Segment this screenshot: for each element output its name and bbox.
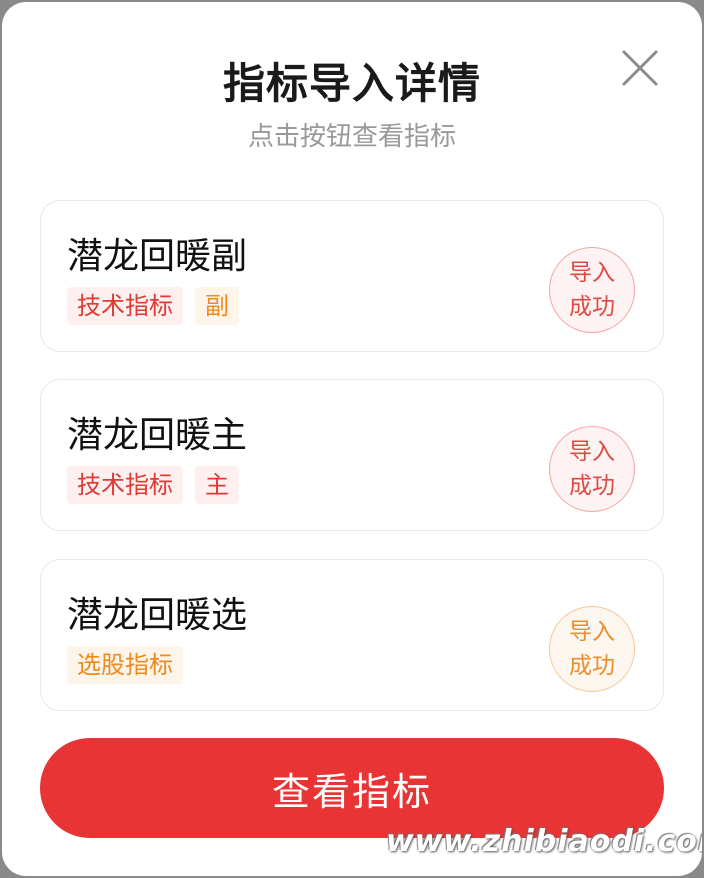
- indicator-name: 潜龙回暖副: [67, 236, 248, 277]
- import-success-stamp: 导入 成功: [549, 606, 635, 692]
- stamp-line-1: 导入: [569, 260, 615, 286]
- tag-list: 技术指标 副: [67, 287, 239, 325]
- stamp-line-2: 成功: [569, 653, 615, 679]
- tag-list: 技术指标 主: [67, 466, 239, 504]
- type-tag: 副: [195, 287, 239, 325]
- stamp-line-1: 导入: [569, 439, 615, 465]
- close-icon[interactable]: [618, 46, 662, 90]
- indicator-card[interactable]: 潜龙回暖选 选股指标 导入 成功: [40, 559, 664, 711]
- indicator-card[interactable]: 潜龙回暖副 技术指标 副 导入 成功: [40, 200, 664, 352]
- dialog-title: 指标导入详情: [222, 59, 481, 108]
- stamp-line-2: 成功: [569, 294, 615, 320]
- stamp-line-2: 成功: [569, 473, 615, 499]
- tag-list: 选股指标: [67, 646, 183, 684]
- import-success-stamp: 导入 成功: [549, 247, 635, 333]
- dialog-subtitle: 点击按钮查看指标: [247, 122, 456, 152]
- indicator-name: 潜龙回暖主: [67, 415, 248, 456]
- category-tag: 选股指标: [67, 646, 183, 684]
- import-success-stamp: 导入 成功: [549, 426, 635, 512]
- type-tag: 主: [195, 466, 239, 504]
- indicator-card[interactable]: 潜龙回暖主 技术指标 主 导入 成功: [40, 379, 664, 531]
- indicator-name: 潜龙回暖选: [67, 595, 248, 636]
- category-tag: 技术指标: [67, 287, 183, 325]
- watermark-text: www.zhibiaodi.com: [386, 824, 702, 859]
- view-indicators-button[interactable]: 查看指标: [40, 738, 664, 838]
- import-details-dialog: 指标导入详情 点击按钮查看指标 潜龙回暖副 技术指标 副 导入 成功 潜龙回暖主…: [2, 2, 702, 876]
- category-tag: 技术指标: [67, 466, 183, 504]
- stamp-line-1: 导入: [569, 619, 615, 645]
